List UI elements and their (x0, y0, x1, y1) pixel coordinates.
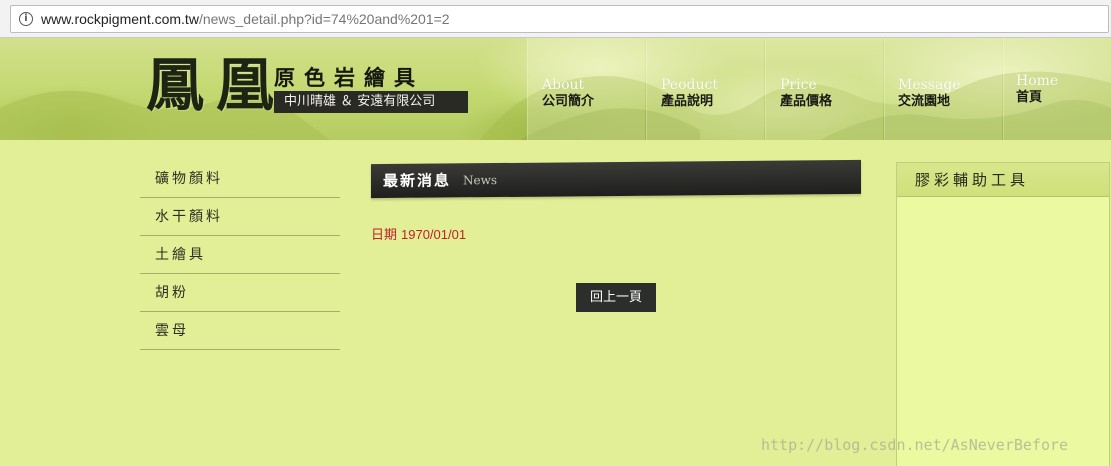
sidebar-item-mineral-pigment[interactable]: 礦物顏料 (140, 160, 340, 198)
news-title-en: News (463, 173, 498, 188)
blog-watermark: http://blog.csdn.net/AsNeverBefore (761, 436, 1069, 454)
nav-label-zh: 交流園地 (898, 94, 951, 109)
sidebar-item-suihi-pigment[interactable]: 水干顏料 (140, 198, 340, 236)
nav-home[interactable]: Home 首頁 (1016, 74, 1058, 107)
nav-label-zh: 產品說明 (661, 94, 714, 109)
sidebar-item-mica[interactable]: 雲母 (140, 312, 340, 350)
info-icon[interactable]: i (19, 12, 33, 26)
site-subtitle: 中川晴雄 ＆ 安遠有限公司 (274, 91, 468, 113)
nav-label-en: Home (1016, 73, 1059, 89)
nav-label-en: Price (780, 77, 817, 93)
nav-label-zh: 首頁 (1016, 90, 1043, 105)
url-domain: www.rockpigment.com.tw (41, 11, 199, 27)
tools-panel-header: 膠彩輔助工具 (897, 163, 1109, 197)
nav-label-en: Peoduct (661, 77, 718, 93)
nav-product[interactable]: Peoduct 產品說明 (661, 78, 718, 111)
site-banner: 鳳凰 原色岩繪具 中川晴雄 ＆ 安遠有限公司 About 公司簡介 Peoduc… (0, 38, 1111, 140)
nav-label-en: About (542, 77, 585, 93)
news-section-header: 最新消息 News (371, 159, 861, 199)
date-label: 日期 (371, 227, 398, 242)
product-sidebar: 礦物顏料 水干顏料 土繪具 胡粉 雲母 (140, 160, 340, 350)
date-value: 1970/01/01 (401, 227, 467, 242)
nav-label-en: Message (898, 77, 961, 93)
address-bar[interactable]: i www.rockpigment.com.tw/news_detail.php… (10, 5, 1109, 33)
nav-about[interactable]: About 公司簡介 (542, 78, 594, 111)
news-title: 最新消息 (383, 171, 452, 191)
nav-price[interactable]: Price 產品價格 (780, 78, 832, 111)
news-date: 日期 1970/01/01 (371, 224, 466, 243)
browser-toolbar: i www.rockpigment.com.tw/news_detail.php… (0, 0, 1111, 38)
url-text[interactable]: www.rockpigment.com.tw/news_detail.php?i… (41, 11, 450, 27)
url-path: /news_detail.php?id=74%20and%201=2 (198, 11, 450, 27)
logo-seal[interactable]: 鳳凰 (146, 44, 286, 126)
nav-message[interactable]: Message 交流園地 (898, 78, 961, 111)
nav-label-zh: 公司簡介 (542, 94, 595, 109)
sidebar-item-gofun[interactable]: 胡粉 (140, 274, 340, 312)
tools-panel: 膠彩輔助工具 (896, 162, 1110, 466)
site-title: 原色岩繪具 (274, 65, 424, 90)
back-button[interactable]: 回上一頁 (576, 283, 656, 312)
tools-panel-title[interactable]: 膠彩輔助工具 (897, 163, 1109, 197)
sidebar-item-earth-paint[interactable]: 土繪具 (140, 236, 340, 274)
nav-label-zh: 產品價格 (780, 94, 833, 109)
